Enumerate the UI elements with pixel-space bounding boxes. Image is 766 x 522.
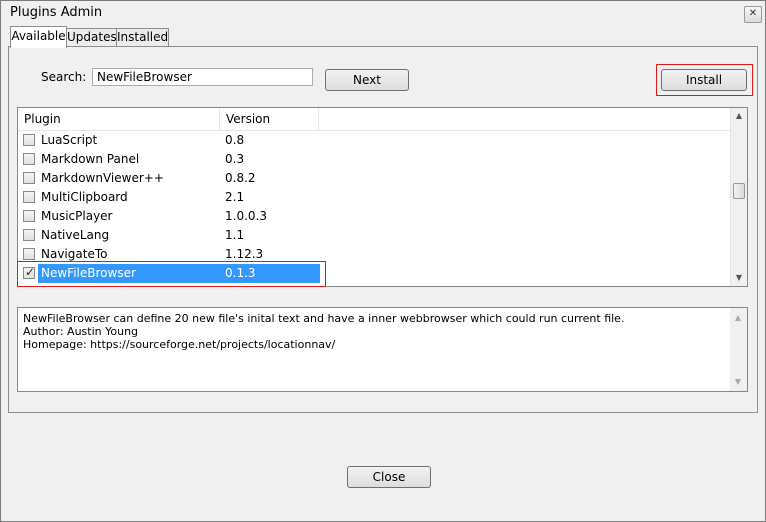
plugin-list[interactable]: Plugin Version LuaScript 0.8 Markdown Pa… xyxy=(17,107,748,287)
plugin-checkbox[interactable] xyxy=(23,229,35,241)
plugin-checkbox[interactable] xyxy=(23,191,35,203)
description-author: Author: Austin Young xyxy=(23,325,139,338)
plugin-checkbox[interactable] xyxy=(23,172,35,184)
scroll-down-icon[interactable]: ▼ xyxy=(730,374,746,390)
plugin-checkbox[interactable] xyxy=(23,153,35,165)
plugin-name: MusicPlayer xyxy=(41,209,113,223)
tab-available[interactable]: Available xyxy=(10,26,67,48)
list-item[interactable]: LuaScript 0.8 xyxy=(18,131,731,150)
plugin-name: Markdown Panel xyxy=(41,152,140,166)
scroll-thumb[interactable] xyxy=(733,183,745,199)
install-button[interactable]: Install xyxy=(661,69,747,91)
list-item[interactable]: Markdown Panel 0.3 xyxy=(18,150,731,169)
search-input[interactable] xyxy=(92,68,313,86)
description-homepage: Homepage: https://sourceforge.net/projec… xyxy=(23,338,336,351)
list-scrollbar[interactable]: ▲ ▼ xyxy=(730,108,747,286)
list-item[interactable]: MarkdownViewer++ 0.8.2 xyxy=(18,169,731,188)
description-scrollbar[interactable]: ▲ ▼ xyxy=(730,308,747,391)
search-label: Search: xyxy=(41,70,87,84)
scroll-up-icon[interactable]: ▲ xyxy=(731,108,747,124)
plugin-version: 0.8 xyxy=(225,133,245,147)
plugin-checkbox[interactable] xyxy=(23,248,35,260)
plugin-checkbox[interactable] xyxy=(23,134,35,146)
plugin-name: MarkdownViewer++ xyxy=(41,171,164,185)
description-text: NewFileBrowser can define 20 new file's … xyxy=(23,312,625,325)
list-item[interactable]: NativeLang 1.1 xyxy=(18,226,731,245)
plugin-name: MultiClipboard xyxy=(41,190,128,204)
window-title: Plugins Admin xyxy=(10,5,103,20)
scroll-up-icon[interactable]: ▲ xyxy=(730,310,746,326)
scroll-down-icon[interactable]: ▼ xyxy=(731,270,747,286)
plugin-version: 1.12.3 xyxy=(225,247,264,261)
close-window-icon[interactable]: ✕ xyxy=(744,6,762,23)
plugin-version: 2.1 xyxy=(225,190,245,204)
column-header-version[interactable]: Version xyxy=(220,108,319,130)
column-header-plugin[interactable]: Plugin xyxy=(18,108,220,130)
plugin-version: 1.0.0.3 xyxy=(225,209,267,223)
title-bar: Plugins Admin ✕ xyxy=(1,1,765,25)
tab-installed[interactable]: Installed xyxy=(116,28,169,46)
plugin-version: 1.1 xyxy=(225,228,245,242)
plugin-version: 0.8.2 xyxy=(225,171,256,185)
tab-updates[interactable]: Updates xyxy=(66,28,117,46)
plugin-name: LuaScript xyxy=(41,133,98,147)
list-header: Plugin Version xyxy=(18,108,731,131)
list-item[interactable]: MusicPlayer 1.0.0.3 xyxy=(18,207,731,226)
selected-row-highlight xyxy=(17,261,326,287)
list-item[interactable]: MultiClipboard 2.1 xyxy=(18,188,731,207)
next-button[interactable]: Next xyxy=(325,69,409,91)
plugin-checkbox[interactable] xyxy=(23,210,35,222)
close-button[interactable]: Close xyxy=(347,466,431,488)
plugin-description[interactable]: NewFileBrowser can define 20 new file's … xyxy=(17,307,748,392)
plugin-name: NavigateTo xyxy=(41,247,108,261)
plugin-name: NativeLang xyxy=(41,228,110,242)
plugin-version: 0.3 xyxy=(225,152,245,166)
